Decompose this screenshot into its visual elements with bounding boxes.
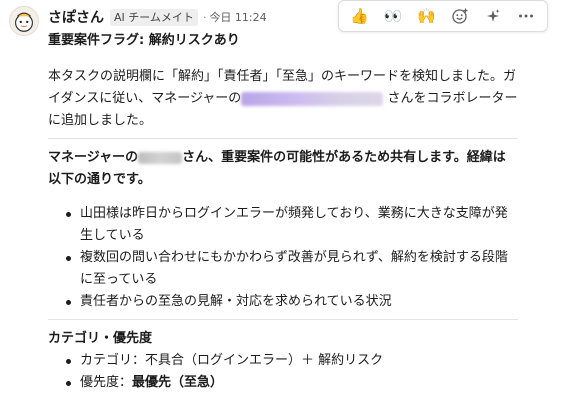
- list-item: 山田様は昨日からログインエラーが頻発しており、業務に大きな支障が発生している: [66, 203, 518, 247]
- redacted-mention[interactable]: [241, 91, 384, 106]
- react-eyes-button[interactable]: 👀: [379, 2, 407, 30]
- app-badge: AI チームメイト: [110, 8, 198, 26]
- more-actions-icon: [519, 14, 534, 18]
- react-thumbs-up-button[interactable]: 👍: [346, 2, 374, 30]
- priority-label: 優先度：: [80, 375, 133, 390]
- eyes-icon: 👀: [383, 6, 403, 25]
- category-priority-list: カテゴリ：不具合（ログインエラー）＋ 解約リスク 優先度：最優先（至急）: [48, 350, 518, 394]
- ai-action-button[interactable]: [479, 2, 507, 30]
- sparkles-icon: [486, 9, 500, 22]
- chat-message: さぽさん AI チームメイト · 今日 11:24 👍 👀 🙌 重要案件フラグ:…: [0, 0, 567, 412]
- timestamp[interactable]: 今日 11:24: [209, 9, 266, 25]
- redacted-name: [138, 151, 183, 164]
- raised-hands-icon: 🙌: [416, 6, 436, 25]
- priority-value: 最優先（至急）: [132, 375, 224, 390]
- category-priority-heading: カテゴリ・優先度: [48, 331, 153, 346]
- divider: [48, 319, 518, 320]
- message-actions-toolbar: 👍 👀 🙌: [338, 0, 548, 32]
- category-value: 不具合（ログインエラー）＋ 解約リスク: [145, 353, 384, 368]
- detection-paragraph: 本タスクの説明欄に「解約」「責任者」「至急」のキーワードを検知しました。ガイダン…: [48, 66, 518, 132]
- thumbs-up-icon: 👍: [350, 6, 369, 25]
- avatar[interactable]: [9, 6, 39, 36]
- message-title: 重要案件フラグ: 解約リスクあり: [48, 33, 240, 48]
- share-prefix: マネージャーの: [48, 150, 139, 165]
- list-item: 優先度：最優先（至急）: [66, 372, 518, 394]
- category-label: カテゴリ：: [80, 353, 146, 368]
- add-reaction-icon: [451, 8, 468, 24]
- author-name[interactable]: さぽさん: [48, 7, 104, 27]
- share-paragraph: マネージャーの さん、重要案件の可能性があるため共有します。経緯は以下の通りです。: [48, 147, 518, 191]
- message-body: 重要案件フラグ: 解約リスクあり 本タスクの説明欄に「解約」「責任者」「至急」の…: [48, 30, 518, 394]
- separator-dot: ·: [202, 10, 207, 24]
- bot-avatar-icon: [10, 7, 38, 35]
- divider: [48, 138, 518, 139]
- more-actions-button[interactable]: [512, 2, 540, 30]
- list-item: 複数回の問い合わせにもかかわらず改善が見られず、解約を検討する段階に至っている: [66, 247, 518, 291]
- message-header: さぽさん AI チームメイト · 今日 11:24: [48, 6, 267, 28]
- react-raised-hands-button[interactable]: 🙌: [412, 2, 440, 30]
- list-item: カテゴリ：不具合（ログインエラー）＋ 解約リスク: [66, 350, 518, 372]
- add-reaction-button[interactable]: [446, 2, 474, 30]
- list-item: 責任者からの至急の見解・対応を求められている状況: [66, 291, 518, 313]
- situation-list: 山田様は昨日からログインエラーが頻発しており、業務に大きな支障が発生している 複…: [48, 203, 518, 313]
